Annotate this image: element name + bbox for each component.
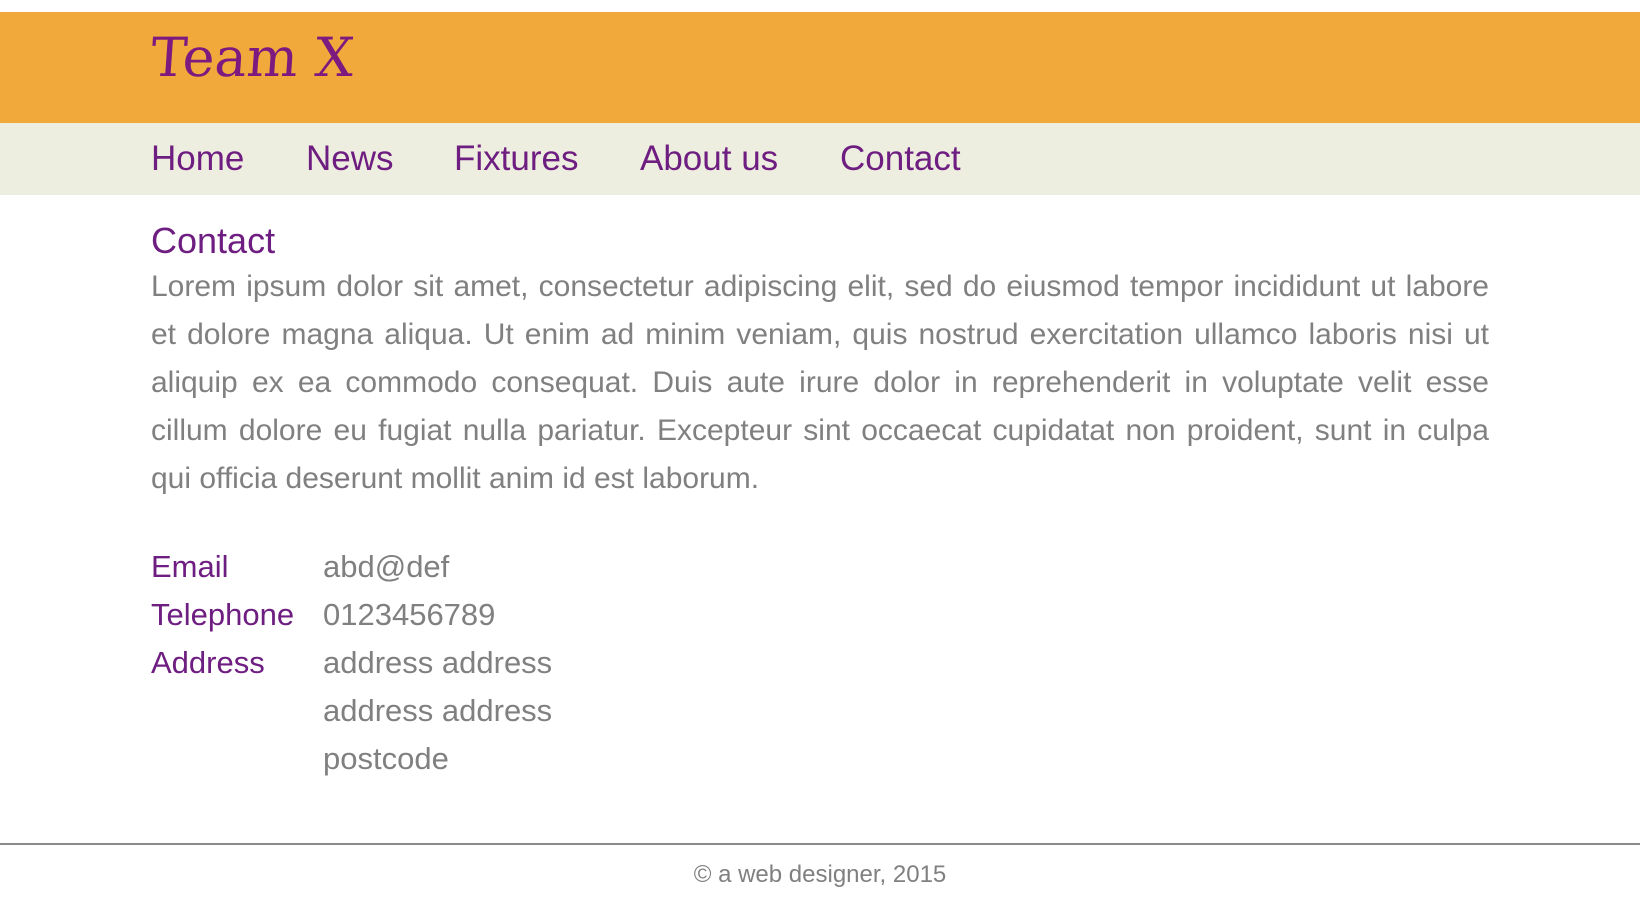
footer-copyright: © a web designer, 2015	[693, 861, 947, 888]
footer-divider	[0, 843, 1640, 845]
nav-item-contact[interactable]: Contact	[840, 139, 961, 179]
page-title: Contact	[151, 220, 276, 261]
contact-row-address-2: address address	[151, 687, 552, 735]
intro-paragraph: Lorem ipsum dolor sit amet, consectetur …	[151, 270, 1489, 495]
address-line-2: address address	[323, 693, 553, 728]
nav-item-fixtures[interactable]: Fixtures	[454, 139, 578, 179]
nav-item-news[interactable]: News	[306, 139, 394, 179]
email-label: Email	[151, 549, 229, 584]
contact-details: Email abd@def Telephone 0123456789 Addre…	[151, 543, 552, 783]
contact-row-email: Email abd@def	[151, 543, 552, 591]
main-content: Contact Lorem ipsum dolor sit amet, cons…	[0, 195, 1640, 841]
address-label: Address	[151, 645, 265, 680]
email-value: abd@def	[323, 549, 450, 584]
address-postcode: postcode	[323, 741, 449, 776]
site-header: Team X	[0, 12, 1640, 123]
address-label-spacer	[151, 735, 323, 783]
contact-row-telephone: Telephone 0123456789	[151, 591, 552, 639]
site-logo[interactable]: Team X	[149, 26, 356, 89]
telephone-value: 0123456789	[323, 597, 496, 632]
address-line-1: address address	[323, 645, 553, 680]
nav-item-about-us[interactable]: About us	[640, 139, 778, 179]
contact-row-address-3: postcode	[151, 735, 552, 783]
main-nav: Home News Fixtures About us Contact	[0, 123, 1640, 195]
contact-row-address: Address address address	[151, 639, 552, 687]
top-gap	[0, 0, 1640, 12]
site-footer: © a web designer, 2015	[0, 860, 1640, 890]
telephone-label: Telephone	[151, 597, 295, 632]
address-label-spacer	[151, 687, 323, 735]
nav-item-home[interactable]: Home	[151, 139, 244, 179]
